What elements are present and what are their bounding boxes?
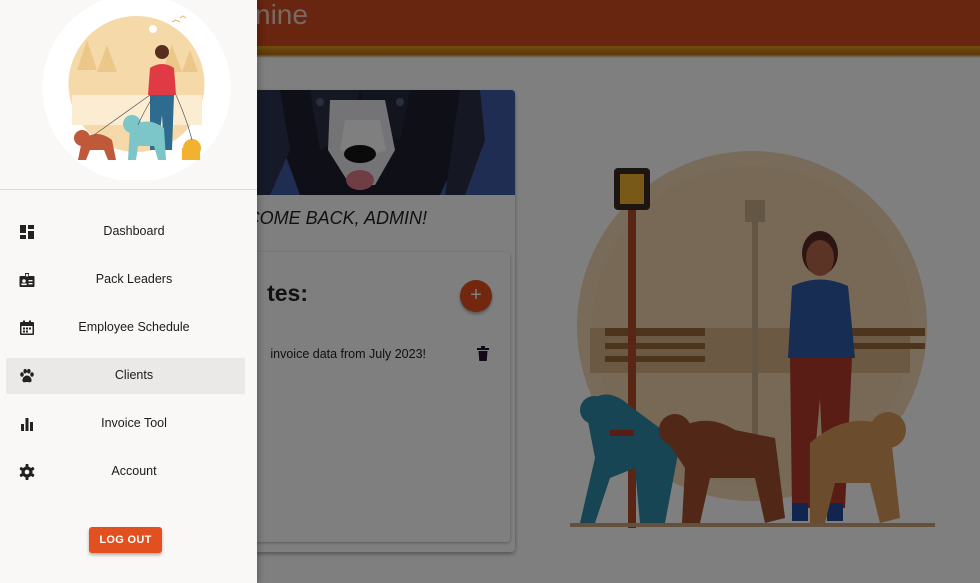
- nav-label-pack-leaders: Pack Leaders: [95, 272, 173, 286]
- navigation-drawer: Dashboard Pack Leaders Employee Schedule…: [0, 0, 257, 583]
- nav-label-clients: Clients: [114, 368, 154, 382]
- logout-button[interactable]: LOG OUT: [89, 527, 162, 553]
- nav-item-pack-leaders[interactable]: Pack Leaders: [6, 262, 245, 298]
- nav-item-invoice-tool[interactable]: Invoice Tool: [6, 406, 245, 442]
- nav-item-account[interactable]: Account: [6, 454, 245, 490]
- nav-label-dashboard: Dashboard: [103, 224, 165, 238]
- nav-label-invoice-tool: Invoice Tool: [101, 416, 167, 430]
- dog-walker-logo: [42, 0, 231, 180]
- drawer-divider: [0, 189, 257, 190]
- nav-item-clients[interactable]: Clients: [6, 358, 245, 394]
- nav-item-dashboard[interactable]: Dashboard: [6, 214, 245, 250]
- nav-label-account: Account: [111, 464, 157, 478]
- nav-label-employee-schedule: Employee Schedule: [78, 320, 190, 334]
- nav-item-employee-schedule[interactable]: Employee Schedule: [6, 310, 245, 346]
